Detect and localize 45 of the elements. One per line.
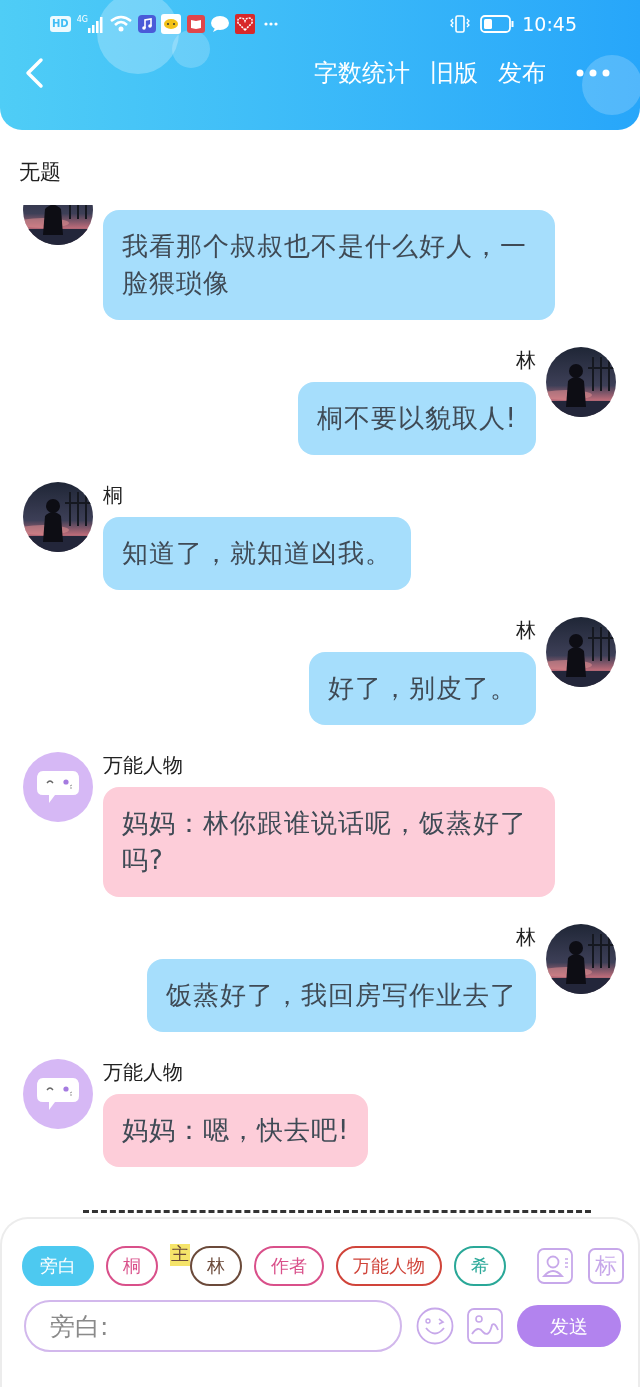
music-app-icon <box>137 15 156 33</box>
message-bubble: 我看那个叔叔也不是什么好人，一脸猥琐像 <box>103 210 555 320</box>
role-chip[interactable]: 作者 <box>254 1246 324 1286</box>
network-label: 4G <box>76 14 88 26</box>
role-chip[interactable]: 旁白 <box>22 1246 94 1286</box>
role-chip[interactable]: 桐 <box>106 1246 158 1286</box>
contact-card-icon[interactable] <box>537 1248 573 1284</box>
emoji-icon[interactable] <box>416 1307 454 1345</box>
hd-badge: HD <box>50 16 71 32</box>
role-chip[interactable]: 万能人物 <box>336 1246 442 1286</box>
speaker-name: 万能人物 <box>103 753 183 779</box>
input-field[interactable]: 旁白: <box>24 1300 402 1352</box>
clock-time: 10:45 <box>522 11 577 37</box>
more-notifications-icon <box>263 22 278 26</box>
battery-icon <box>480 15 515 33</box>
message-bubble: 桐不要以貌取人! <box>297 382 536 455</box>
message-icon <box>209 15 230 33</box>
speaker-name: 林 <box>516 618 536 644</box>
speaker-name: 万能人物 <box>103 1060 183 1086</box>
message-bubble: 妈妈：林你跟谁说话呢，饭蒸好了吗? <box>103 787 555 897</box>
book-app-icon <box>186 15 205 33</box>
signal-icon <box>87 15 104 33</box>
role-chip[interactable]: 希 <box>454 1246 506 1286</box>
back-icon[interactable] <box>24 57 44 89</box>
message-bubble: 饭蒸好了，我回房写作业去了 <box>147 959 536 1032</box>
heart-app-icon <box>234 14 255 34</box>
message-bubble: 好了，别皮了。 <box>309 652 536 725</box>
image-icon[interactable] <box>467 1308 503 1344</box>
message-bubble: 知道了，就知道凶我。 <box>103 517 411 590</box>
chat-app-icon <box>160 14 181 34</box>
toolbar-action[interactable]: 旧版 <box>430 58 478 88</box>
vibrate-icon <box>450 15 471 33</box>
more-icon[interactable] <box>576 69 610 77</box>
wifi-icon <box>108 15 133 33</box>
main-role-badge: 主 <box>170 1244 190 1266</box>
message-bubble: 妈妈：嗯，快去吧! <box>103 1094 369 1167</box>
tag-button[interactable]: 标 <box>588 1248 624 1284</box>
send-button[interactable]: 发送 <box>517 1305 621 1347</box>
toolbar-action[interactable]: 发布 <box>498 58 546 88</box>
document-title: 无题 <box>19 159 61 186</box>
speaker-name: 林 <box>516 348 536 374</box>
toolbar-action[interactable]: 字数统计 <box>314 58 410 88</box>
speaker-name: 林 <box>516 925 536 951</box>
speaker-name: 桐 <box>103 483 123 509</box>
role-chip[interactable]: 林 <box>190 1246 242 1286</box>
